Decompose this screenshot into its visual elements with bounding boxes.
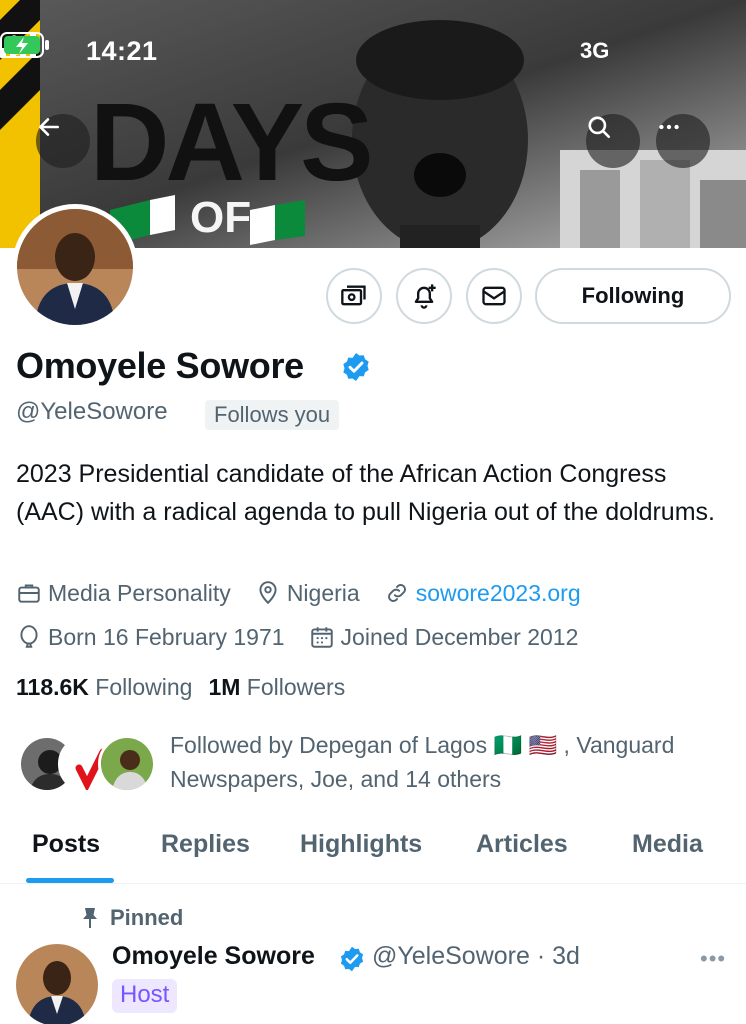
search-button[interactable]: [586, 114, 640, 168]
profile-website[interactable]: sowore2023.org: [384, 580, 581, 607]
website-link[interactable]: sowore2023.org: [416, 580, 581, 607]
following-count: 118.6K: [16, 674, 89, 700]
money-icon: [341, 285, 366, 306]
host-badge: Host: [112, 979, 178, 1013]
follower-avatar-3: [98, 735, 156, 793]
follows-you-badge: Follows you: [205, 400, 340, 430]
notification-bell-plus-icon: [414, 284, 436, 309]
followed-by-avatars[interactable]: [18, 735, 158, 795]
profile-avatar[interactable]: [12, 204, 138, 330]
followers-count-label: Followers: [246, 674, 346, 700]
followers-count: 1M: [208, 674, 241, 700]
network-type: 3G: [580, 38, 610, 63]
post-handle-time: @YeleSowore · 3d: [372, 942, 580, 970]
verified-badge-icon[interactable]: [340, 351, 372, 383]
more-horizontal-icon: [659, 124, 679, 130]
location-label: Nigeria: [286, 579, 360, 606]
tab-articles[interactable]: Articles: [476, 830, 568, 859]
followers-count-link[interactable]: 1M Followers: [208, 674, 345, 700]
profile-location: Nigeria: [255, 580, 360, 607]
birthday-label: Born 16 February 1971: [48, 623, 285, 650]
more-button[interactable]: [656, 114, 710, 168]
profile-meta-row-2: Born 16 February 1971 Joined December 20…: [16, 622, 602, 652]
following-count-label: Following: [95, 674, 193, 700]
category-label: Media Personality: [48, 579, 231, 606]
post-author-name[interactable]: Omoyele Sowore: [112, 942, 315, 971]
link-icon: [387, 584, 406, 602]
tab-posts[interactable]: Posts: [32, 830, 100, 859]
avatar-image: [17, 209, 133, 325]
pin-icon: [83, 908, 97, 928]
battery-charging-icon: [0, 32, 49, 58]
following-button[interactable]: Following: [535, 268, 731, 324]
search-icon: [588, 116, 611, 139]
svg-text:OF: OF: [190, 193, 251, 242]
back-button[interactable]: [36, 114, 90, 168]
profile-birthday: Born 16 February 1971: [16, 624, 285, 651]
status-time: 14:21: [86, 36, 158, 66]
message-envelope-icon: [482, 286, 506, 306]
calendar-icon: [310, 627, 333, 648]
tab-media[interactable]: Media: [632, 830, 703, 859]
post-author-avatar[interactable]: [16, 944, 98, 1024]
tab-highlights[interactable]: Highlights: [300, 830, 422, 859]
profile-tabs: Posts Replies Highlights Articles Media: [0, 820, 746, 884]
location-pin-icon: [259, 581, 277, 605]
pinned-text: Pinned: [110, 905, 184, 930]
joined-label: Joined December 2012: [340, 623, 579, 650]
followed-by-text[interactable]: Followed by Depegan of Lagos 🇳🇬 🇺🇸 , Van…: [170, 728, 730, 796]
arrow-left-icon: [39, 118, 59, 136]
notifications-button[interactable]: [396, 268, 452, 324]
active-tab-indicator: [26, 878, 114, 883]
post-more-button[interactable]: •••: [700, 946, 726, 972]
tab-replies[interactable]: Replies: [161, 830, 250, 859]
message-button[interactable]: [466, 268, 522, 324]
profile-bio: 2023 Presidential candidate of the Afric…: [16, 460, 715, 526]
profile-handle: @YeleSowore: [16, 398, 168, 425]
tip-button[interactable]: [326, 268, 382, 324]
profile-banner[interactable]: DAYS OF 14:21 3G: [0, 0, 746, 248]
following-count-link[interactable]: 118.6K Following: [16, 674, 192, 700]
pinned-label: Pinned: [80, 905, 183, 931]
profile-category: Media Personality: [16, 580, 231, 607]
status-bar: 14:21 3G: [0, 32, 746, 72]
verified-badge-icon: [340, 946, 364, 972]
profile-meta-row-1: Media Personality Nigeria sowore2023.org: [16, 578, 605, 608]
follow-counts: 118.6K Following 1M Followers: [16, 674, 345, 701]
balloon-icon: [20, 625, 38, 648]
profile-joined: Joined December 2012: [309, 623, 579, 651]
briefcase-icon: [18, 584, 40, 603]
svg-text:DAYS: DAYS: [90, 81, 370, 204]
profile-name: Omoyele Sowore: [16, 345, 304, 386]
